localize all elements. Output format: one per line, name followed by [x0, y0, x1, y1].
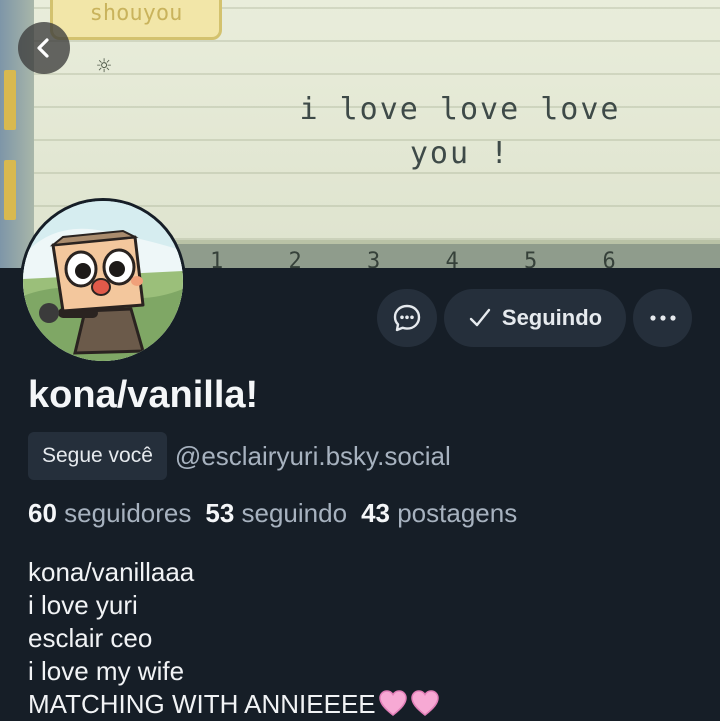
banner-tab-label: shouyou — [50, 0, 222, 40]
bio-line: i love yuri — [28, 590, 138, 620]
avatar[interactable] — [20, 198, 186, 364]
bio-line: MATCHING WITH ANNIEEEE — [28, 689, 376, 719]
bio-line: kona/vanillaaa — [28, 557, 195, 587]
following-button-label: Seguindo — [501, 305, 603, 330]
follows-you-badge: Segue você — [28, 432, 167, 480]
avatar-illustration — [23, 201, 183, 361]
banner-footer-glyphs: 1 2 3 4 5 6 7 8 — [210, 249, 642, 268]
pink-heart-icon — [410, 690, 439, 716]
checkmark-icon — [469, 308, 491, 327]
handle-row: Segue você @esclairyuri.bsky.social — [28, 432, 451, 480]
followers-stat[interactable]: 60 seguidores — [28, 498, 191, 529]
followers-count: 60 — [28, 498, 57, 528]
profile-bio: kona/vanillaaa i love yuri esclair ceo i… — [28, 556, 440, 721]
following-label: seguindo — [241, 498, 348, 528]
following-button[interactable]: Seguindo — [444, 289, 626, 347]
banner-frame-stripe — [4, 70, 16, 130]
banner-screen: shouyou ☼ i love love love you ! — [34, 0, 720, 240]
followers-label: seguidores — [64, 498, 192, 528]
following-stat[interactable]: 53 seguindo — [205, 498, 347, 529]
posts-stat: 43 postagens — [361, 498, 517, 529]
display-name: kona/vanilla! — [28, 374, 259, 416]
bio-line-with-hearts: MATCHING WITH ANNIEEEE — [28, 688, 440, 721]
sun-icon: ☼ — [96, 52, 112, 80]
banner-message-line2: you ! — [409, 136, 511, 171]
ellipsis-icon — [649, 315, 676, 321]
chevron-left-icon — [37, 38, 49, 58]
banner-message: i love love love you ! — [270, 88, 650, 176]
user-handle[interactable]: @esclairyuri.bsky.social — [175, 441, 451, 472]
banner-message-line1: i love love love — [299, 92, 621, 127]
back-button[interactable] — [18, 22, 70, 74]
pink-heart-icon — [378, 690, 407, 716]
message-button[interactable] — [377, 289, 437, 347]
chat-bubble-icon — [393, 304, 421, 332]
posts-label: postagens — [397, 498, 518, 528]
bio-line: esclair ceo — [28, 623, 153, 653]
posts-count: 43 — [361, 498, 390, 528]
following-count: 53 — [205, 498, 235, 528]
bio-line: i love my wife — [28, 656, 185, 686]
more-options-button[interactable] — [633, 289, 692, 347]
profile-stats: 60 seguidores 53 seguindo 43 postagens — [28, 498, 517, 529]
banner-frame-stripe — [4, 160, 16, 220]
